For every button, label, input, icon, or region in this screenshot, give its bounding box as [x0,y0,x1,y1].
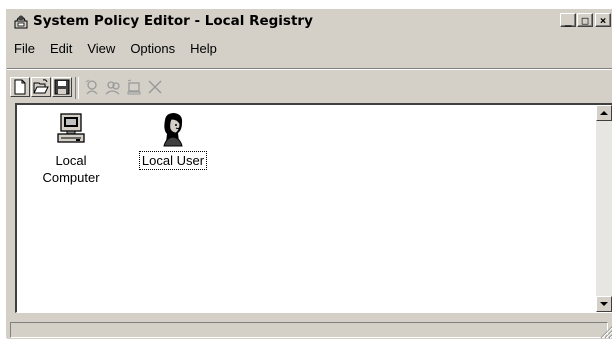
toolbar-separator [75,77,79,99]
new-button[interactable] [10,77,30,97]
open-button[interactable] [31,77,51,97]
user-icon [163,113,183,147]
title-bar[interactable]: System Policy Editor - Local Registry _ … [7,10,612,32]
resize-grip-icon[interactable] [599,325,612,339]
menu-view[interactable]: View [80,40,123,58]
maximize-button[interactable]: □ [577,13,593,27]
add-user-button[interactable] [82,77,102,97]
add-computer-icon [127,79,141,95]
scroll-up-button[interactable] [596,105,612,121]
arrow-up-icon [600,111,608,115]
status-bar [7,320,612,339]
minimize-button[interactable]: _ [560,13,576,27]
policy-editor-window: System Policy Editor - Local Registry _ … [6,9,612,339]
vertical-scrollbar[interactable] [596,105,612,312]
new-document-icon [14,79,26,95]
add-group-button[interactable] [103,77,123,97]
item-label: Local User [138,151,208,170]
computer-icon [57,113,85,143]
policy-list-view[interactable]: Local Computer Local User [15,103,612,313]
window-title: System Policy Editor - Local Registry [33,13,313,29]
menu-edit[interactable]: Edit [43,40,80,58]
item-label: Local Computer [42,153,100,185]
open-folder-icon [33,79,49,94]
list-item-local-user[interactable]: Local User [132,112,214,170]
save-disk-icon [54,79,70,95]
status-pane [10,322,608,338]
add-group-icon [105,81,120,95]
close-button[interactable]: × [595,13,611,27]
menu-bar: File Edit View Options Help [7,39,612,59]
add-computer-button[interactable] [124,77,144,97]
save-button[interactable] [52,77,72,97]
scroll-down-button[interactable] [596,296,612,312]
menu-options[interactable]: Options [123,40,183,58]
list-item-local-computer[interactable]: Local Computer [39,112,103,186]
add-user-icon [85,79,98,95]
toolbar [7,68,612,101]
remove-button[interactable] [145,77,165,97]
menu-file[interactable]: File [7,40,43,58]
arrow-down-icon [600,302,608,306]
menu-help[interactable]: Help [183,40,225,58]
policy-editor-icon [14,15,28,29]
remove-x-icon [148,80,162,94]
